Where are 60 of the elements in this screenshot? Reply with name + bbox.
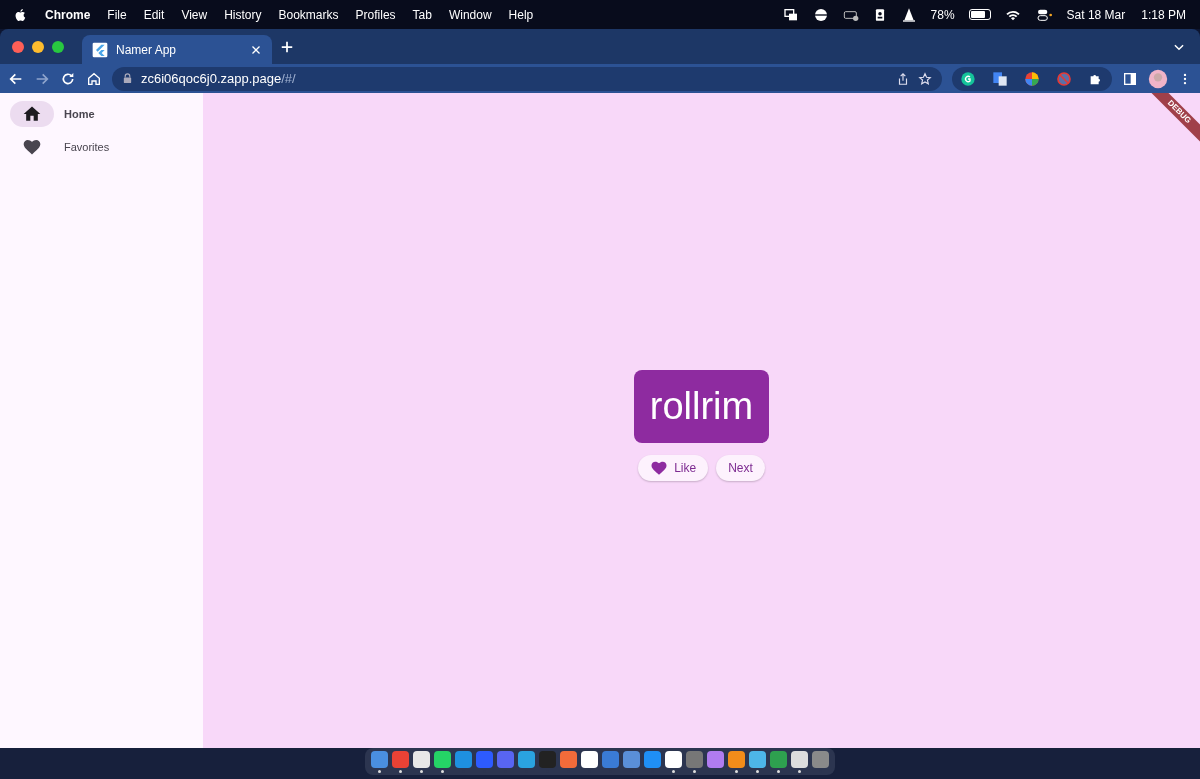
address-bar[interactable]: zc6i06qoc6j0.zapp.page/#/ <box>112 66 942 91</box>
star-icon[interactable] <box>918 71 932 86</box>
menu-date[interactable]: Sat 18 Mar <box>1066 5 1126 24</box>
app-icon[interactable] <box>371 751 388 768</box>
menu-app-name[interactable]: Chrome <box>45 5 91 24</box>
menu-time[interactable]: 1:18 PM <box>1141 5 1186 24</box>
menu-item[interactable]: Help <box>508 5 534 24</box>
app-icon[interactable] <box>413 751 430 768</box>
close-icon[interactable] <box>250 43 262 56</box>
share-icon[interactable] <box>896 71 910 86</box>
screen-mirror-icon[interactable] <box>782 6 799 23</box>
circle-g-icon[interactable] <box>960 70 976 87</box>
nav-item[interactable]: Home <box>10 101 193 127</box>
battery-icon[interactable] <box>968 9 991 20</box>
menu-item[interactable]: View <box>181 5 208 24</box>
app-icon[interactable] <box>770 751 787 768</box>
url-text: zc6i06qoc6j0.zapp.page/#/ <box>141 69 296 88</box>
like-button[interactable]: Like <box>638 455 709 481</box>
nav-item[interactable]: Favorites <box>10 134 193 160</box>
blocked-icon[interactable] <box>1056 70 1072 87</box>
new-tab-icon[interactable] <box>280 39 294 54</box>
apple-icon[interactable] <box>14 7 28 22</box>
app-icon[interactable] <box>812 751 829 768</box>
app-icon[interactable] <box>434 751 451 768</box>
zoom-window-button[interactable] <box>52 40 64 53</box>
home-icon <box>22 104 42 124</box>
app-icon[interactable] <box>455 751 472 768</box>
app-icon[interactable] <box>791 751 808 768</box>
reload-icon[interactable] <box>60 70 76 87</box>
app-icon[interactable] <box>665 751 682 768</box>
word-card: rollrim <box>633 370 770 443</box>
profile-avatar-icon[interactable] <box>1148 68 1168 89</box>
next-button[interactable]: Next <box>716 455 765 481</box>
lock-icon <box>122 73 133 84</box>
heart-icon <box>650 459 669 477</box>
menu-item[interactable]: Bookmarks <box>278 5 339 24</box>
menu-item[interactable]: Window <box>448 5 492 24</box>
color-wheel-icon[interactable] <box>1024 70 1040 87</box>
menu-item[interactable]: Edit <box>143 5 165 24</box>
app-icon[interactable] <box>749 751 766 768</box>
home-icon[interactable] <box>86 70 102 87</box>
minimize-window-button[interactable] <box>32 40 44 53</box>
side-panel-icon[interactable] <box>1122 70 1138 87</box>
app-icon[interactable] <box>728 751 745 768</box>
menu-item[interactable]: Profiles <box>355 5 396 24</box>
app-icon[interactable] <box>392 751 409 768</box>
browser-tab[interactable]: Namer App <box>82 35 272 64</box>
tab-title: Namer App <box>116 41 177 59</box>
battery-percent: 78% <box>930 6 955 24</box>
app-icon[interactable] <box>560 751 577 768</box>
app-icon[interactable] <box>518 751 535 768</box>
menu-item[interactable]: Tab <box>412 5 432 24</box>
app-icon[interactable] <box>581 751 598 768</box>
app-icon[interactable] <box>623 751 640 768</box>
menu-item[interactable]: History <box>224 5 262 24</box>
app-icon[interactable] <box>707 751 724 768</box>
app-icon[interactable] <box>644 751 661 768</box>
close-window-button[interactable] <box>12 40 24 53</box>
heart-icon <box>22 137 42 157</box>
menu-item[interactable]: File <box>107 5 127 24</box>
